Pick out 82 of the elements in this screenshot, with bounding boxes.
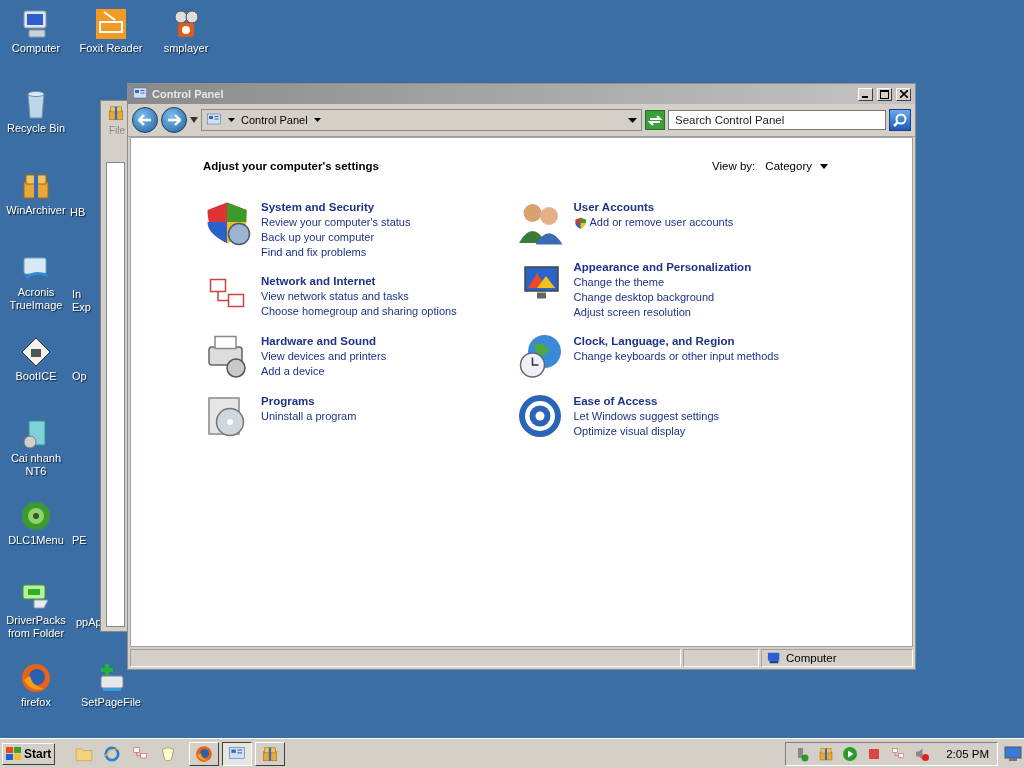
category-title[interactable]: User Accounts (573, 200, 734, 215)
play-icon[interactable] (842, 745, 859, 762)
windows-flag-icon (6, 746, 22, 761)
icon-label[interactable]: DriverPacks from Folder (0, 614, 72, 640)
refresh-icon (648, 114, 662, 126)
caret-icon[interactable] (313, 118, 321, 122)
category-link[interactable]: Choose homegroup and sharing options (261, 304, 457, 319)
view-by-label: View by: (712, 160, 756, 172)
minimize-button[interactable] (858, 87, 873, 101)
caret-icon[interactable] (628, 117, 637, 123)
icon-label[interactable]: WinArchiver (6, 204, 66, 217)
window-icon (206, 112, 222, 128)
category-link[interactable]: Change the theme (573, 275, 752, 290)
page-heading: Adjust your computer's settings (203, 160, 379, 172)
window-icon (132, 86, 148, 102)
category-title[interactable]: Network and Internet (261, 274, 457, 289)
category-title[interactable]: Appearance and Personalization (573, 260, 752, 275)
arrow-right-icon (167, 114, 181, 126)
boxes-icon (107, 104, 125, 122)
document-icon (95, 8, 127, 40)
category-link[interactable]: View network status and tasks (261, 289, 457, 304)
icon-label[interactable]: In Exp (72, 288, 91, 314)
browser-icon[interactable] (103, 744, 122, 763)
icon-label[interactable]: Foxit Reader (79, 42, 143, 55)
forward-button[interactable] (161, 107, 187, 133)
icon-label[interactable]: HB (70, 206, 86, 219)
category-title[interactable]: System and Security (261, 200, 411, 215)
boxes-icon[interactable] (818, 745, 835, 762)
browser-icon (195, 744, 214, 763)
icon-label[interactable]: PE (72, 534, 87, 547)
view-by-dropdown[interactable]: Category (765, 160, 828, 172)
category-link[interactable]: Uninstall a program (261, 409, 357, 424)
maximize-icon (880, 89, 889, 99)
icon-label[interactable]: firefox (21, 696, 51, 709)
show-desktop-icon[interactable] (1004, 745, 1022, 762)
category-link[interactable]: Adjust screen resolution (573, 305, 752, 320)
category-title[interactable]: Hardware and Sound (261, 334, 387, 349)
category-link[interactable]: Back up your computer (261, 230, 411, 245)
browser-icon (20, 662, 52, 694)
icon-label[interactable]: SetPageFile (81, 696, 141, 709)
maximize-button[interactable] (877, 87, 892, 101)
search-icon (893, 113, 907, 127)
breadcrumb[interactable]: Control Panel (241, 114, 308, 126)
close-button[interactable] (896, 87, 911, 101)
icon-label[interactable]: DLC1Menu (8, 534, 64, 547)
category-link[interactable]: View devices and printers (261, 349, 387, 364)
category-title[interactable]: Ease of Access (573, 394, 720, 409)
caret-icon[interactable] (228, 118, 235, 122)
arrow-left-icon (138, 114, 152, 126)
window-title: Control Panel (152, 88, 225, 100)
category-title[interactable]: Programs (261, 394, 357, 409)
back-button[interactable] (132, 107, 158, 133)
category-link[interactable]: Let Windows suggest settings (573, 409, 720, 424)
category-link[interactable]: Optimize visual display (573, 424, 720, 439)
category-link[interactable]: Add or remove user accounts (589, 215, 734, 230)
close-icon (899, 90, 908, 98)
address-bar[interactable]: Control Panel (201, 109, 642, 131)
disc-icon (20, 500, 52, 532)
category-link[interactable]: Find and fix problems (261, 245, 411, 260)
icon-label[interactable]: Cai nhanh NT6 (0, 452, 72, 478)
category-title[interactable]: Clock, Language, and Region (573, 334, 779, 349)
icon-label[interactable]: Acronis TrueImage (0, 286, 72, 312)
caret-icon (820, 163, 828, 169)
category-link[interactable]: Change desktop background (573, 290, 752, 305)
start-button[interactable]: Start (2, 742, 56, 765)
boxes-icon (261, 744, 280, 763)
computer-icon (766, 651, 782, 665)
dropdown-arrow-icon[interactable] (190, 117, 198, 123)
status-location: Computer (786, 652, 837, 664)
category-link[interactable]: Change keyboards or other input methods (573, 349, 779, 364)
icon-label[interactable]: smplayer (163, 42, 209, 55)
refresh-button[interactable] (645, 110, 665, 130)
search-button[interactable] (889, 109, 911, 131)
clock[interactable]: 2:05 PM (946, 747, 989, 760)
icon-label[interactable]: Computer (11, 42, 61, 55)
icon-label[interactable]: Op (72, 370, 87, 383)
category-link[interactable]: Add a device (261, 364, 387, 379)
icon-label[interactable]: Recycle Bin (6, 122, 66, 135)
search-field[interactable]: Search Control Panel (668, 110, 886, 130)
category-link[interactable]: Review your computer's status (261, 215, 411, 230)
taskbar-button[interactable] (222, 741, 253, 766)
icon-label[interactable]: BootICE (15, 370, 57, 383)
